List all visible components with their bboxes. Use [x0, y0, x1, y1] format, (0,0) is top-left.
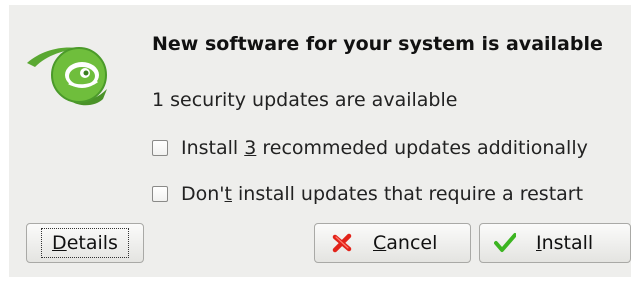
dialog-headline: New software for your system is availabl…: [152, 33, 603, 55]
no-restart-updates-label: Don't install updates that require a res…: [181, 183, 584, 205]
green-checkmark-icon: [494, 233, 516, 252]
install-button-label: Install: [536, 232, 594, 254]
install-recommended-option[interactable]: Install 3 recommeded updates additionall…: [152, 137, 588, 159]
install-recommended-checkbox[interactable]: [152, 140, 168, 156]
red-x-icon: [332, 233, 352, 253]
details-button-label: Details: [41, 228, 129, 258]
cancel-button-label: Cancel: [373, 232, 438, 254]
cancel-button[interactable]: Cancel: [314, 223, 471, 263]
details-button[interactable]: Details: [26, 223, 144, 263]
update-dialog: New software for your system is availabl…: [9, 5, 631, 277]
install-button[interactable]: Install: [479, 223, 631, 263]
no-restart-updates-option[interactable]: Don't install updates that require a res…: [152, 183, 583, 205]
opensuse-gecko-icon: [27, 47, 107, 106]
security-updates-text: 1 security updates are available: [152, 89, 458, 111]
no-restart-updates-checkbox[interactable]: [152, 186, 168, 202]
install-recommended-label: Install 3 recommeded updates additionall…: [181, 137, 588, 159]
